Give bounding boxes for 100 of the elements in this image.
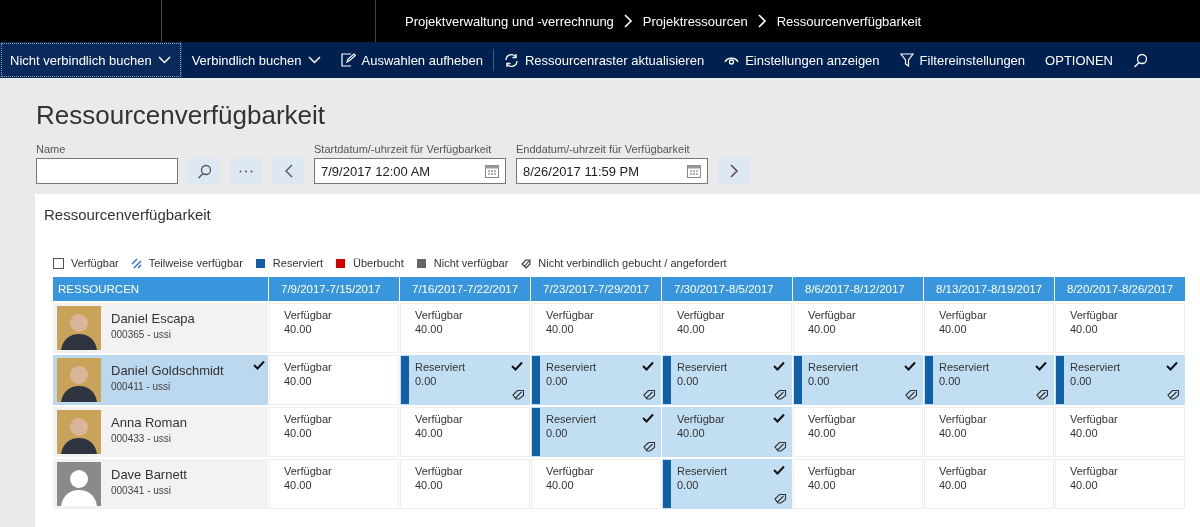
hours-text: 40.00 bbox=[808, 427, 836, 439]
availability-cell[interactable]: Verfügbar 40.00 bbox=[269, 355, 399, 405]
resource-row[interactable]: Daniel Goldschmidt 000411 - ussi bbox=[53, 355, 268, 405]
hours-text: 40.00 bbox=[808, 323, 836, 335]
availability-cell[interactable]: Reserviert 0.00 bbox=[793, 355, 923, 405]
square-icon bbox=[254, 257, 266, 269]
availability-cell[interactable]: Reserviert 0.00 bbox=[662, 459, 792, 509]
availability-cell[interactable]: Reserviert 0.00 bbox=[400, 355, 530, 405]
ellipsis-icon bbox=[239, 169, 253, 173]
tag-icon bbox=[774, 389, 787, 400]
availability-cell[interactable]: Verfügbar 40.00 bbox=[269, 407, 399, 457]
hours-text: 40.00 bbox=[284, 375, 312, 387]
tag-icon bbox=[774, 493, 787, 504]
availability-cell[interactable]: Verfügbar 40.00 bbox=[662, 303, 792, 353]
breadcrumb-link[interactable]: Projektressourcen bbox=[642, 13, 748, 29]
menu-button[interactable]: Nicht verbindlich buchen bbox=[0, 42, 182, 78]
availability-cell[interactable]: Reserviert 0.00 bbox=[1055, 355, 1185, 405]
breadcrumb-link[interactable]: Ressourcenverfügbarkeit bbox=[776, 13, 922, 29]
availability-cell[interactable]: Verfügbar 40.00 bbox=[662, 407, 792, 457]
toolbar-button[interactable]: Filtereinstellungen bbox=[889, 42, 1036, 78]
resource-row[interactable]: Dave Barnett 000341 - ussi bbox=[53, 459, 268, 509]
availability-cell[interactable]: Verfügbar 40.00 bbox=[400, 459, 530, 509]
hours-text: 0.00 bbox=[677, 375, 699, 387]
tag-icon bbox=[1036, 389, 1049, 400]
hours-text: 0.00 bbox=[677, 479, 699, 491]
toolbar-button[interactable]: Einstellungen anzeigen bbox=[714, 42, 890, 78]
checkmark-icon bbox=[773, 361, 785, 371]
menu-button[interactable]: Verbindlich buchen bbox=[181, 42, 331, 78]
availability-cell[interactable]: Verfügbar 40.00 bbox=[531, 459, 661, 509]
resource-row[interactable]: Daniel Escapa 000365 - ussi bbox=[53, 303, 268, 353]
toolbar-button[interactable]: OPTIONEN bbox=[1035, 42, 1123, 78]
availability-cell[interactable]: Reserviert 0.00 bbox=[662, 355, 792, 405]
next-button[interactable] bbox=[718, 158, 750, 184]
refresh-icon bbox=[503, 52, 519, 68]
checkmark-icon bbox=[773, 413, 785, 423]
tag-icon bbox=[1167, 389, 1180, 400]
tag-icon bbox=[520, 257, 532, 269]
availability-cell[interactable]: Verfügbar 40.00 bbox=[531, 303, 661, 353]
edit-icon bbox=[340, 53, 356, 67]
resource-id: 000341 - ussi bbox=[111, 485, 173, 496]
hours-text: 0.00 bbox=[939, 375, 961, 387]
hours-text: 0.00 bbox=[546, 375, 568, 387]
status-text: Verfügbar bbox=[546, 465, 594, 477]
toolbar-button[interactable]: Ressourcenraster aktualisieren bbox=[493, 42, 715, 78]
availability-cell[interactable]: Verfügbar 40.00 bbox=[793, 459, 923, 509]
status-text: Verfügbar bbox=[1070, 309, 1118, 321]
chevron-right-icon bbox=[757, 14, 767, 28]
availability-cell[interactable]: Reserviert 0.00 bbox=[924, 355, 1054, 405]
page-title: Ressourcenverfügbarkeit bbox=[36, 100, 327, 131]
breadcrumb-link[interactable]: Projektverwaltung und -verrechnung bbox=[405, 13, 614, 29]
chevron-left-icon bbox=[283, 164, 293, 178]
hours-text: 40.00 bbox=[1070, 427, 1098, 439]
field-label: Enddatum/-uhrzeit für Verfügbarkeit bbox=[516, 143, 691, 155]
square-icon bbox=[415, 257, 427, 269]
hours-text: 40.00 bbox=[284, 427, 312, 439]
chevron-right-icon bbox=[729, 164, 739, 178]
status-text: Verfügbar bbox=[808, 465, 856, 477]
resource-id: 000365 - ussi bbox=[111, 329, 173, 340]
hours-text: 40.00 bbox=[677, 323, 705, 335]
checkmark-icon bbox=[1166, 361, 1178, 371]
panel-title: Ressourcenverfügbarkeit bbox=[44, 206, 212, 223]
status-text: Verfügbar bbox=[939, 309, 987, 321]
availability-cell[interactable]: Verfügbar 40.00 bbox=[1055, 303, 1185, 353]
calendar-icon bbox=[485, 164, 499, 178]
status-text: Verfügbar bbox=[284, 361, 332, 373]
toolbar-button[interactable]: Auswahlen aufheben bbox=[330, 42, 493, 78]
hours-text: 40.00 bbox=[284, 323, 312, 335]
chevron-down-icon bbox=[157, 56, 171, 64]
checkmark-icon bbox=[1035, 361, 1047, 371]
hours-text: 40.00 bbox=[415, 427, 443, 439]
availability-cell[interactable]: Verfügbar 40.00 bbox=[924, 407, 1054, 457]
status-text: Verfügbar bbox=[939, 413, 987, 425]
availability-cell[interactable]: Verfügbar 40.00 bbox=[269, 459, 399, 509]
availability-cell[interactable]: Verfügbar 40.00 bbox=[1055, 407, 1185, 457]
date-field[interactable]: 8/26/2017 11:59 PM bbox=[516, 158, 708, 184]
checkmark-icon bbox=[642, 413, 654, 423]
hours-text: 40.00 bbox=[415, 323, 443, 335]
availability-cell[interactable]: Reserviert 0.00 bbox=[531, 407, 661, 457]
hours-text: 40.00 bbox=[1070, 479, 1098, 491]
legend-label: Überbucht bbox=[353, 257, 404, 269]
calendar-icon bbox=[687, 164, 701, 178]
availability-cell[interactable]: Verfügbar 40.00 bbox=[924, 459, 1054, 509]
field-label: Startdatum/-uhrzeit für Verfügbarkeit bbox=[314, 143, 493, 155]
availability-cell[interactable]: Reserviert 0.00 bbox=[531, 355, 661, 405]
status-text: Verfügbar bbox=[808, 413, 856, 425]
availability-cell[interactable]: Verfügbar 40.00 bbox=[924, 303, 1054, 353]
status-text: Reserviert bbox=[677, 465, 728, 477]
column-header: 7/30/2017-8/5/2017 bbox=[662, 277, 792, 301]
tag-icon bbox=[774, 441, 787, 452]
availability-cell[interactable]: Verfügbar 40.00 bbox=[1055, 459, 1185, 509]
availability-cell[interactable]: Verfügbar 40.00 bbox=[793, 303, 923, 353]
column-header: 7/23/2017-7/29/2017 bbox=[531, 277, 661, 301]
availability-cell[interactable]: Verfügbar 40.00 bbox=[400, 303, 530, 353]
availability-cell[interactable]: Verfügbar 40.00 bbox=[793, 407, 923, 457]
availability-cell[interactable]: Verfügbar 40.00 bbox=[400, 407, 530, 457]
availability-cell[interactable]: Verfügbar 40.00 bbox=[269, 303, 399, 353]
name-input-field[interactable] bbox=[36, 158, 178, 184]
date-field[interactable]: 7/9/2017 12:00 AM bbox=[314, 158, 506, 184]
column-header: RESSOURCEN bbox=[53, 277, 268, 301]
resource-row[interactable]: Anna Roman 000433 - ussi bbox=[53, 407, 268, 457]
